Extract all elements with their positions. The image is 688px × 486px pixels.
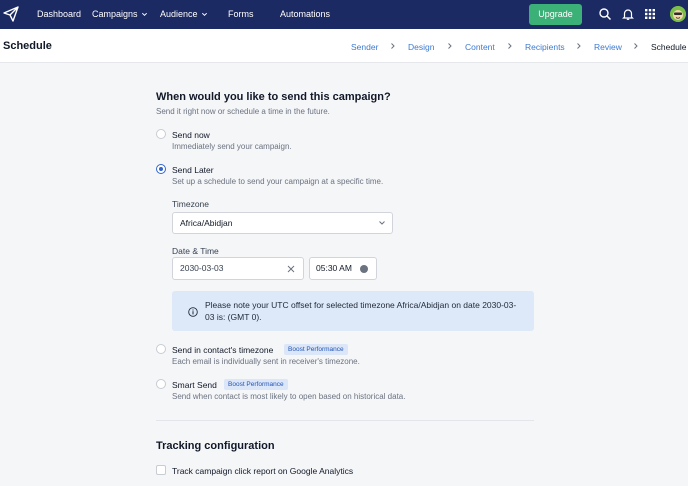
send-later-desc: Set up a schedule to send your campaign … [172,177,384,186]
date-field[interactable]: 2030-03-03 [172,257,304,280]
schedule-heading: When would you like to send this campaig… [156,91,391,103]
page-header: Schedule Sender Design Content Recipient… [0,29,688,63]
page-title: Schedule [3,40,52,52]
nav-automations[interactable]: Automations [280,0,330,29]
chevron-down-icon [379,221,385,225]
timezone-value: Africa/Abidjan [180,218,233,228]
schedule-subheading: Send it right now or schedule a time in … [156,107,330,116]
nav-campaigns[interactable]: Campaigns [92,0,148,29]
chevron-down-icon [201,12,207,17]
google-analytics-checkbox[interactable] [156,465,166,475]
datetime-label: Date & Time [172,246,219,256]
chevron-right-icon [577,43,581,49]
chevron-right-icon [448,43,452,49]
boost-performance-badge: Boost Performance [224,379,288,390]
breadcrumb-schedule: Schedule [651,42,687,52]
timezone-select[interactable]: Africa/Abidjan [172,212,393,234]
send-now-desc: Immediately send your campaign. [172,142,292,151]
top-nav: Dashboard Campaigns Audience Forms Autom… [0,0,688,29]
breadcrumb-design[interactable]: Design [408,42,434,52]
send-later-radio[interactable] [156,164,166,174]
utc-offset-note: Please note your UTC offset for selected… [172,291,534,331]
utc-offset-note-text: Please note your UTC offset for selected… [205,300,517,322]
chevron-right-icon [634,43,638,49]
contact-timezone-radio[interactable] [156,344,166,354]
upgrade-button[interactable]: Upgrade [529,4,582,25]
avatar[interactable] [670,6,686,22]
breadcrumb-review[interactable]: Review [594,42,622,52]
time-value: 05:30 AM [316,263,352,273]
send-logo[interactable] [2,5,20,23]
smart-send-label[interactable]: Smart Send [172,380,217,390]
breadcrumb-recipients[interactable]: Recipients [525,42,565,52]
contact-timezone-label[interactable]: Send in contact's timezone [172,345,273,355]
clock-icon[interactable] [360,265,368,273]
nav-audience[interactable]: Audience [160,0,208,29]
google-analytics-label[interactable]: Track campaign click report on Google An… [172,466,353,476]
chevron-right-icon [391,43,395,49]
nav-campaigns-label: Campaigns [92,9,138,19]
chevron-right-icon [508,43,512,49]
nav-automations-label: Automations [280,9,331,19]
contact-timezone-desc: Each email is individually sent in recei… [172,357,360,366]
time-field[interactable]: 05:30 AM [309,257,377,280]
search-icon[interactable] [598,7,612,21]
bell-icon[interactable] [621,7,635,21]
send-now-radio[interactable] [156,129,166,139]
timezone-label: Timezone [172,199,210,209]
send-now-label[interactable]: Send now [172,130,210,140]
smart-send-desc: Send when contact is most likely to open… [172,392,406,401]
section-divider [156,420,534,421]
nav-audience-label: Audience [160,9,198,19]
nav-forms[interactable]: Forms [228,0,254,29]
nav-dashboard-label: Dashboard [37,9,82,19]
avatar-face-icon [670,6,686,22]
boost-performance-badge: Boost Performance [284,344,348,355]
send-later-label[interactable]: Send Later [172,165,214,175]
tracking-heading: Tracking configuration [156,440,275,452]
breadcrumb-sender[interactable]: Sender [351,42,378,52]
breadcrumb-content[interactable]: Content [465,42,495,52]
close-icon[interactable] [287,265,295,273]
info-icon [188,307,198,317]
date-value: 2030-03-03 [180,263,224,273]
chevron-down-icon [141,12,147,17]
smart-send-radio[interactable] [156,379,166,389]
apps-grid-icon[interactable] [643,7,657,21]
nav-dashboard[interactable]: Dashboard [37,0,81,29]
nav-forms-label: Forms [228,9,254,19]
